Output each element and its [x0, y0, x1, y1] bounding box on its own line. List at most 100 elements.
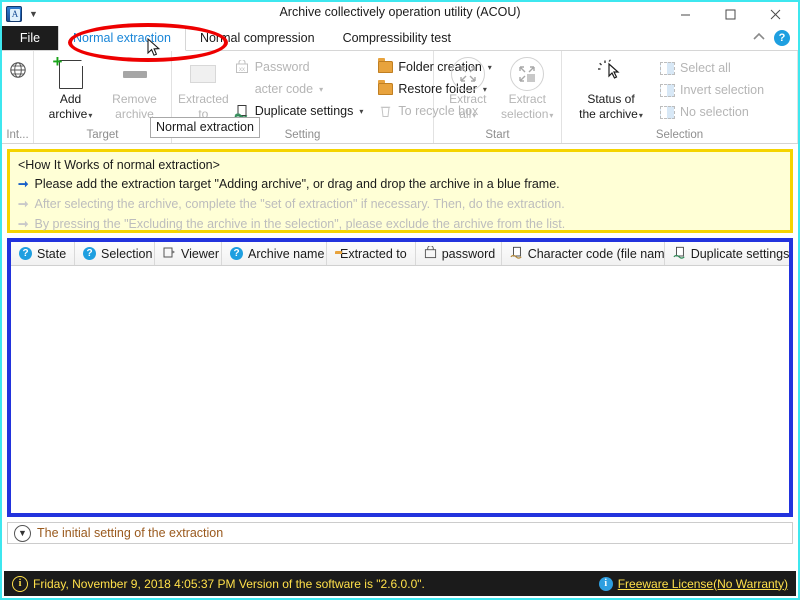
character-code-button[interactable]: acter code ▾ — [231, 78, 367, 100]
add-archive-button[interactable]: + Add archive▾ — [42, 55, 100, 123]
chevron-down-icon[interactable]: ▾ — [471, 111, 476, 120]
tooltip-normal-extraction: Normal extraction — [150, 117, 260, 138]
chevron-down-icon[interactable]: ▾ — [638, 111, 643, 120]
tab-normal-extraction[interactable]: Normal extraction — [58, 26, 186, 51]
no-selection-button[interactable]: No selection — [656, 101, 767, 123]
help-circle-icon: ? — [83, 247, 96, 260]
column-header-selection[interactable]: ? Selection — [75, 242, 155, 265]
chevron-down-icon[interactable]: ▾ — [358, 107, 363, 116]
no-selection-icon — [659, 104, 675, 120]
add-archive-label-line2: archive▾ — [49, 107, 93, 123]
extracted-to-icon — [186, 57, 220, 91]
remove-archive-icon — [118, 57, 152, 91]
how-it-works-title: <How It Works of normal extraction> — [18, 157, 782, 174]
help-icon[interactable]: ? — [774, 30, 790, 46]
info-icon: i — [12, 576, 28, 592]
how-it-works-panel: <How It Works of normal extraction> ➞ Pl… — [7, 149, 793, 233]
column-header-character-code[interactable]: Character code (file name) — [502, 242, 665, 265]
extract-selection-button[interactable]: Extract selection▾ — [500, 55, 556, 123]
ribbon-tab-row: File Normal extraction Normal compressio… — [2, 26, 798, 51]
select-all-label: Select all — [680, 61, 731, 75]
info-icon: i — [599, 577, 613, 591]
quick-access-toolbar[interactable]: ▼ — [2, 6, 41, 22]
chevron-up-icon[interactable] — [752, 32, 766, 44]
how-it-works-line-3-text: By pressing the "Excluding the archive i… — [34, 214, 565, 234]
invert-selection-label: Invert selection — [680, 83, 764, 97]
select-all-button[interactable]: Select all — [656, 57, 767, 79]
license-link-group[interactable]: i Freeware License(No Warranty) — [599, 577, 788, 591]
arrow-icon: ➞ — [18, 174, 28, 194]
extract-selection-label-line1: Extract — [509, 92, 546, 107]
column-header-password-label: password — [442, 247, 496, 261]
column-header-character-code-label: Character code (file name) — [528, 247, 676, 261]
password-label: Password — [255, 60, 310, 74]
column-header-state-label: State — [37, 247, 66, 261]
status-of-the-archive-button[interactable]: Status of the archive▾ — [572, 55, 650, 123]
cursor-sparkle-icon — [594, 57, 628, 91]
status-of-the-archive-label-line1: Status of — [587, 92, 634, 107]
column-header-viewer[interactable]: Viewer — [155, 242, 222, 265]
password-button[interactable]: xx Password — [231, 56, 367, 78]
column-header-archive-name[interactable]: ? Archive name — [222, 242, 327, 265]
globe-icon[interactable] — [9, 61, 27, 84]
character-code-label: acter code — [255, 82, 313, 96]
title-bar: ▼ Archive collectively operation utility… — [2, 2, 798, 26]
code-icon — [234, 81, 250, 97]
column-header-state[interactable]: ? State — [11, 242, 75, 265]
ribbon-group-internet: Int... — [2, 51, 34, 143]
restore-folder-icon — [377, 81, 393, 97]
column-header-extracted-to-label: Extracted to — [340, 247, 407, 261]
initial-setting-expander-label: The initial setting of the extraction — [37, 526, 223, 540]
status-message: Friday, November 9, 2018 4:05:37 PM Vers… — [33, 577, 425, 591]
chevron-down-icon[interactable]: ▾ — [318, 85, 323, 94]
remove-archive-button[interactable]: Remove archive — [106, 55, 164, 122]
quick-access-dropdown-icon[interactable]: ▼ — [26, 10, 41, 19]
minimize-button[interactable] — [663, 2, 708, 26]
archive-list-body[interactable] — [11, 266, 789, 514]
ribbon-tab-row-right: ? — [752, 26, 798, 50]
column-header-extracted-to[interactable]: Extracted to — [327, 242, 416, 265]
status-message-group: i Friday, November 9, 2018 4:05:37 PM Ve… — [12, 576, 425, 592]
status-bar: i Friday, November 9, 2018 4:05:37 PM Ve… — [4, 571, 796, 596]
tab-compressibility-test[interactable]: Compressibility test — [329, 26, 465, 50]
password-icon: xx — [234, 59, 250, 75]
recycle-bin-icon — [377, 103, 393, 119]
arrow-icon: ➞ — [18, 194, 28, 214]
archive-list-header: ? State ? Selection Viewer ? Archive nam… — [11, 242, 789, 266]
archive-list-panel[interactable]: ? State ? Selection Viewer ? Archive nam… — [7, 238, 793, 517]
ribbon: Int... + Add archive▾ Remove archive — [2, 51, 798, 144]
how-it-works-line-2: ➞ After selecting the archive, complete … — [18, 194, 782, 214]
ribbon-group-label-internet: Int... — [4, 129, 31, 143]
freeware-license-link[interactable]: Freeware License(No Warranty) — [618, 577, 788, 591]
help-circle-icon: ? — [19, 247, 32, 260]
extract-selection-icon — [510, 57, 544, 91]
select-all-icon — [659, 60, 675, 76]
how-it-works-line-3: ➞ By pressing the "Excluding the archive… — [18, 214, 782, 234]
ribbon-group-start: Extract all▾ Ext — [434, 51, 562, 143]
tab-file[interactable]: File — [2, 26, 58, 50]
extract-all-button[interactable]: Extract all▾ — [440, 55, 496, 123]
application-window: ▼ Archive collectively operation utility… — [0, 0, 800, 600]
close-button[interactable] — [753, 2, 798, 26]
code-icon — [510, 246, 523, 262]
folder-icon — [377, 59, 393, 75]
how-it-works-line-2-text: After selecting the archive, complete th… — [34, 194, 564, 214]
column-header-selection-label: Selection — [101, 247, 152, 261]
invert-selection-icon — [659, 82, 675, 98]
ribbon-group-label-start: Start — [436, 129, 559, 143]
remove-archive-label-line2: archive — [115, 107, 154, 122]
initial-setting-expander[interactable]: ▼ The initial setting of the extraction — [7, 522, 793, 544]
ribbon-group-label-selection: Selection — [564, 129, 795, 143]
invert-selection-button[interactable]: Invert selection — [656, 79, 767, 101]
tab-normal-compression[interactable]: Normal compression — [186, 26, 329, 50]
status-of-the-archive-label-line2: the archive▾ — [579, 107, 643, 123]
chevron-down-icon[interactable]: ▾ — [548, 111, 553, 120]
column-header-password[interactable]: password — [416, 242, 502, 265]
extracted-to-button[interactable]: Extracted to — [178, 55, 229, 122]
maximize-button[interactable] — [708, 2, 753, 26]
column-header-duplicate-settings[interactable]: Duplicate settings — [665, 242, 789, 265]
chevron-down-circle-icon[interactable]: ▼ — [14, 525, 31, 542]
archive-app-icon[interactable] — [6, 6, 22, 22]
window-controls — [663, 2, 798, 26]
chevron-down-icon[interactable]: ▾ — [87, 111, 92, 120]
